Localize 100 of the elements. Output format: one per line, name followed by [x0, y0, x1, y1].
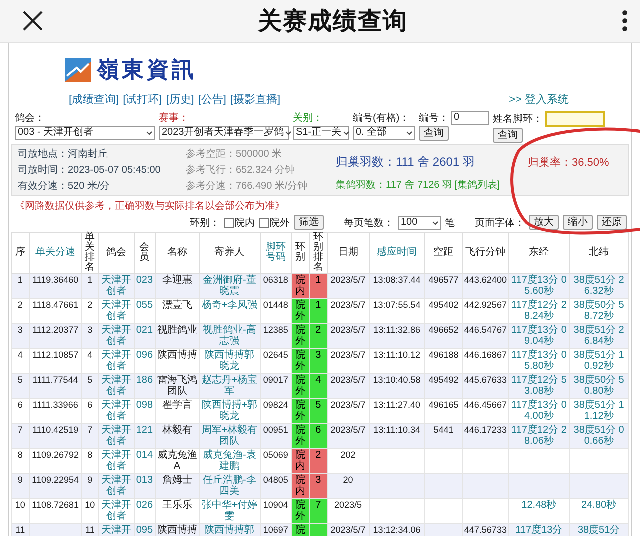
table-cell: 5441 — [424, 424, 463, 448]
nav-link[interactable]: [试打环] — [123, 92, 162, 107]
ring-rank: 4 — [314, 375, 322, 386]
table-cell: 9 — [82, 474, 99, 498]
table-cell: 1111.77544 — [29, 374, 82, 398]
filter-select[interactable]: 0. 全部 — [353, 126, 415, 140]
input-field[interactable]: 0 — [451, 111, 489, 125]
filter-label: 姓名脚环： — [493, 112, 543, 126]
member-link[interactable]: 095 — [136, 525, 154, 536]
owner-link[interactable]: 张中华+付婷雯 — [200, 500, 259, 522]
owner-link[interactable]: 陕西博搏郭晓龙 — [200, 350, 259, 372]
font-size-button[interactable]: 还原 — [597, 215, 627, 230]
ring-rank: 5 — [314, 400, 322, 411]
close-icon[interactable] — [22, 10, 44, 32]
table-cell: 06318 — [260, 274, 292, 298]
nav-link[interactable]: [摄影直播] — [230, 92, 281, 107]
owner-link[interactable]: 威克兔渔-袁建鹏 — [200, 450, 259, 472]
ring-status-cell: 院外 — [292, 498, 310, 524]
column-header: 北纬 — [570, 232, 628, 274]
club-link[interactable]: 天津开创者 — [100, 325, 133, 347]
club-link[interactable]: 天津开创者 — [100, 400, 133, 422]
table-cell: 2023/5/7 — [327, 274, 370, 298]
owner-link[interactable]: 陕西博搏郭 — [200, 525, 259, 536]
filter-select[interactable]: S1-正一关 — [293, 126, 349, 140]
nav-link[interactable]: [成绩查询] — [69, 92, 120, 107]
table-cell: 38度51分 26.32秒 — [570, 274, 628, 298]
login-link[interactable]: >> 登入系统 — [509, 92, 569, 107]
club-link[interactable]: 天津开 — [100, 525, 133, 536]
club-link[interactable]: 天津开创者 — [100, 450, 133, 472]
table-cell: 7 — [12, 424, 30, 448]
table-cell: 林毅有 — [155, 424, 200, 448]
table-cell: 446.17233 — [462, 424, 509, 448]
per-page-select[interactable]: 100 — [398, 216, 441, 230]
ring-rank: 7 — [314, 500, 322, 511]
table-cell: 20 — [327, 474, 370, 498]
club-link[interactable]: 天津开创者 — [100, 425, 133, 447]
ring-rank: 3 — [314, 350, 322, 361]
table-cell: 38度51分 00.66秒 — [570, 424, 628, 448]
search-button[interactable]: 查询 — [493, 128, 523, 143]
table-cell: 2023/5/7 — [327, 374, 370, 398]
column-header: 单关排名 — [82, 232, 99, 274]
table-cell: 117度13分 — [508, 524, 570, 536]
table-cell: 445.67633 — [462, 374, 509, 398]
column-header: 日期 — [327, 232, 370, 274]
owner-link[interactable]: 任丘浩鹏-李四美 — [200, 475, 259, 497]
club-link[interactable]: 天津开创者 — [100, 475, 133, 497]
filter-button[interactable]: 筛选 — [294, 215, 324, 230]
collected-list-link[interactable]: [集鸽列表] — [454, 178, 500, 192]
ring-rank: 1 — [314, 300, 322, 311]
table-cell: 443.62400 — [462, 274, 509, 298]
table-cell: 2023/5/7 — [327, 424, 370, 448]
filter-select[interactable]: 2023开创者天津春季一岁鸽 — [159, 126, 289, 140]
table-cell: 1 — [12, 274, 30, 298]
column-header-link[interactable]: 感应时间 — [369, 232, 425, 274]
table-cell: 13:11:10.34 — [369, 424, 425, 448]
club-link[interactable]: 天津开创者 — [100, 350, 133, 372]
club-link[interactable]: 天津开创者 — [100, 500, 133, 522]
owner-link[interactable]: 视胜鸽业-高志强 — [200, 325, 259, 347]
nav-link[interactable]: [公告] — [198, 92, 226, 107]
table-cell: 11 — [12, 524, 30, 536]
table-cell: 5 — [82, 374, 99, 398]
column-header: 名称 — [155, 232, 200, 274]
filter-label: 关别： — [293, 112, 324, 125]
table-cell: 7 — [82, 424, 99, 448]
table-cell: 38度50分 50.80秒 — [570, 374, 628, 398]
checkbox[interactable] — [224, 218, 234, 228]
table-cell: 13:10:40.58 — [369, 374, 425, 398]
table-cell: 447.56733 — [462, 524, 509, 536]
font-size-button[interactable]: 缩小 — [563, 215, 593, 230]
column-header-link[interactable]: 脚环号码 — [260, 232, 292, 274]
summary-text: 参考空距：500000 米 — [186, 148, 284, 161]
table-cell: 117度12分 53.08秒 — [508, 374, 570, 398]
table-cell: 1 — [82, 274, 99, 298]
ring-status-cell: 院内 — [292, 448, 310, 474]
owner-link[interactable]: 金洲御府-董晓震 — [200, 275, 259, 297]
table-cell: 13:12:34.06 — [369, 524, 425, 536]
filter-label: 编号(有格)： — [353, 112, 411, 125]
owner-link[interactable]: 赵志丹+杨宝军 — [200, 375, 259, 397]
column-header-link[interactable]: 单关分速 — [29, 232, 82, 274]
owner-link[interactable]: 周军+林毅有团队 — [200, 425, 259, 447]
club-link[interactable]: 天津开创者 — [100, 275, 133, 297]
checkbox[interactable] — [259, 218, 269, 228]
ring-status-cell: 院外 — [292, 398, 310, 424]
owner-link[interactable]: 陕西博搏+郭晓龙 — [200, 400, 259, 422]
collected-count: 集鸽羽数：117 舍 7126 羽 — [336, 179, 453, 192]
table-cell: 陕西博搏 — [155, 524, 200, 536]
search-button[interactable]: 查询 — [419, 126, 449, 141]
table-cell: 1112.20377 — [29, 324, 82, 348]
filter-label: 编号： — [419, 112, 449, 125]
more-icon[interactable] — [622, 10, 628, 32]
table-cell: 09017 — [260, 374, 292, 398]
logo-text: 嶺東資訊 — [97, 56, 197, 85]
club-link[interactable]: 天津开创者 — [100, 375, 133, 397]
column-header: 序 — [12, 232, 30, 274]
filter-select[interactable]: 003 - 天津开创者 — [15, 126, 155, 140]
ring-rank: 6 — [314, 425, 322, 436]
club-link[interactable]: 天津开创者 — [100, 300, 133, 322]
input-field[interactable] — [545, 111, 605, 127]
nav-link[interactable]: [历史] — [166, 92, 194, 107]
table-cell: 5 — [12, 374, 30, 398]
